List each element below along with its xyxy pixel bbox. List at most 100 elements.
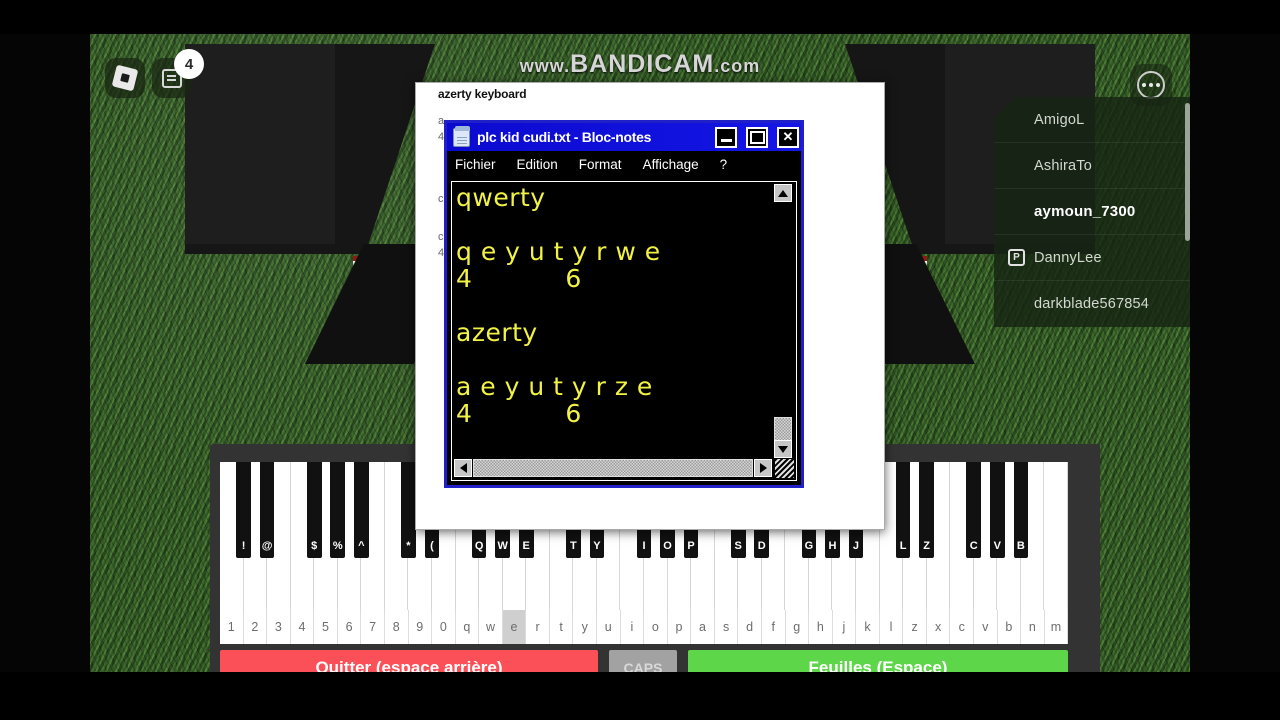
keyboard-key-k[interactable]: k — [856, 610, 880, 644]
keyboard-key-a[interactable]: a — [691, 610, 715, 644]
horizontal-scroll-thumb[interactable] — [473, 459, 753, 477]
piano-black-key[interactable]: ! — [236, 462, 251, 558]
keyboard-key-v[interactable]: v — [974, 610, 998, 644]
piano-black-key[interactable]: V — [990, 462, 1005, 558]
menu-item-format[interactable]: Format — [579, 157, 622, 172]
menu-item-affichage[interactable]: Affichage — [643, 157, 699, 172]
keyboard-key-d[interactable]: d — [738, 610, 762, 644]
notepad-content[interactable]: qwerty q e y u t y r w e 4 6 azerty a e … — [456, 184, 772, 458]
keyboard-key-0[interactable]: 0 — [432, 610, 456, 644]
chevron-up-icon — [778, 189, 788, 197]
piano-black-key-label: W — [497, 540, 508, 552]
piano-black-key[interactable]: B — [1013, 462, 1029, 558]
piano-black-key-label: J — [852, 540, 860, 552]
keyboard-key-p[interactable]: p — [667, 610, 692, 644]
piano-black-key-label: % — [332, 540, 343, 552]
keyboard-key-i[interactable]: i — [620, 610, 645, 644]
keyboard-key-9[interactable]: 9 — [408, 610, 433, 644]
chevron-down-icon — [778, 445, 788, 453]
quit-button[interactable]: Quitter (espace arrière) — [220, 650, 598, 672]
notepad-text-area[interactable]: qwerty q e y u t y r w e 4 6 azerty a e … — [451, 181, 797, 481]
keyboard-key-e[interactable]: e — [502, 610, 527, 644]
keyboard-key-t[interactable]: t — [549, 610, 574, 644]
notepad-window[interactable]: plc kid cudi.txt - Bloc-notes ✕ Fichier … — [444, 120, 804, 488]
sheets-button[interactable]: Feuilles (Espace) — [688, 650, 1068, 672]
piano-black-key[interactable]: ^ — [354, 462, 369, 558]
keyboard-key-y[interactable]: y — [573, 610, 597, 644]
keyboard-key-q[interactable]: q — [455, 610, 480, 644]
bandicam-watermark: www.BANDICAM.com — [0, 50, 1280, 79]
piano-black-key-label: G — [804, 540, 814, 552]
faint-text-line: c — [438, 231, 444, 243]
player-name: aymoun_7300 — [1034, 203, 1136, 220]
maximize-button[interactable] — [746, 126, 768, 148]
keyboard-key-6[interactable]: 6 — [337, 610, 362, 644]
menu-item-fichier[interactable]: Fichier — [455, 157, 496, 172]
scroll-right-button[interactable] — [754, 459, 772, 477]
piano-black-key[interactable]: * — [401, 462, 416, 558]
player-name: AmigoL — [1034, 111, 1085, 128]
horizontal-scrollbar[interactable] — [454, 459, 772, 478]
keyboard-key-3[interactable]: 3 — [267, 610, 291, 644]
notepad-title-text: plc kid cudi.txt - Bloc-notes — [477, 129, 652, 145]
keyboard-key-n[interactable]: n — [1021, 610, 1045, 644]
piano-black-key-label: E — [522, 540, 530, 552]
piano-black-key[interactable]: $ — [306, 462, 322, 558]
keyboard-key-s[interactable]: s — [714, 610, 739, 644]
list-item[interactable]: AshiraTo — [994, 143, 1190, 189]
keyboard-key-x[interactable]: x — [926, 610, 951, 644]
scroll-up-button[interactable] — [774, 184, 792, 202]
keyboard-key-z[interactable]: z — [903, 610, 927, 644]
piano-black-key-label: L — [899, 540, 907, 552]
keyboard-key-j[interactable]: j — [832, 610, 857, 644]
list-item[interactable]: aymoun_7300 — [994, 189, 1190, 235]
keyboard-key-2[interactable]: 2 — [243, 610, 268, 644]
menu-item-edition[interactable]: Edition — [517, 157, 558, 172]
keyboard-key-m[interactable]: m — [1044, 610, 1069, 644]
minimize-button[interactable] — [715, 126, 737, 148]
scroll-down-button[interactable] — [774, 440, 792, 458]
screen-root: 4 AmigoL AshiraTo aymoun_7300 P DannyLee — [0, 0, 1280, 720]
vertical-scrollbar[interactable] — [774, 184, 794, 458]
keyboard-key-w[interactable]: w — [479, 610, 503, 644]
piano-black-key[interactable]: % — [330, 462, 346, 558]
keyboard-key-u[interactable]: u — [597, 610, 621, 644]
close-button[interactable]: ✕ — [777, 126, 799, 148]
keyboard-key-f[interactable]: f — [761, 610, 786, 644]
notepad-title-bar[interactable]: plc kid cudi.txt - Bloc-notes ✕ — [447, 123, 801, 151]
list-item[interactable]: AmigoL — [994, 97, 1190, 143]
piano-action-buttons: Quitter (espace arrière) CAPS Feuilles (… — [220, 650, 1068, 672]
keyboard-key-7[interactable]: 7 — [361, 610, 385, 644]
piano-black-key-label: ! — [241, 540, 246, 552]
list-item[interactable]: P DannyLee — [994, 235, 1190, 281]
piano-black-key[interactable]: C — [966, 462, 982, 558]
piano-black-key[interactable]: @ — [259, 462, 275, 558]
piano-black-key[interactable]: Z — [919, 462, 934, 558]
piano-black-key[interactable]: L — [895, 462, 911, 558]
keyboard-key-5[interactable]: 5 — [314, 610, 338, 644]
menu-item-help[interactable]: ? — [720, 157, 728, 172]
player-list: AmigoL AshiraTo aymoun_7300 P DannyLee d… — [994, 97, 1190, 327]
caps-button[interactable]: CAPS — [609, 650, 677, 672]
watermark-prefix: www. — [519, 56, 571, 76]
piano-black-key-label: Q — [474, 540, 484, 552]
piano-black-key-label: ^ — [358, 540, 365, 552]
scroll-left-button[interactable] — [454, 459, 472, 477]
keyboard-key-1[interactable]: 1 — [220, 610, 244, 644]
chevron-left-icon — [459, 463, 467, 473]
keyboard-key-b[interactable]: b — [997, 610, 1022, 644]
keyboard-key-4[interactable]: 4 — [290, 610, 315, 644]
keyboard-key-8[interactable]: 8 — [384, 610, 409, 644]
chevron-right-icon — [759, 463, 767, 473]
watermark-main: BANDICAM — [570, 50, 715, 78]
list-item[interactable]: darkblade567854 — [994, 281, 1190, 327]
keyboard-key-l[interactable]: l — [879, 610, 904, 644]
keyboard-key-r[interactable]: r — [526, 610, 550, 644]
keyboard-key-g[interactable]: g — [785, 610, 810, 644]
azerty-window-title: azerty keyboard — [438, 87, 527, 101]
keyboard-key-c[interactable]: c — [950, 610, 974, 644]
resize-grip[interactable] — [775, 459, 794, 478]
piano-white-key[interactable] — [1044, 462, 1068, 610]
keyboard-key-o[interactable]: o — [644, 610, 668, 644]
keyboard-key-h[interactable]: h — [809, 610, 833, 644]
